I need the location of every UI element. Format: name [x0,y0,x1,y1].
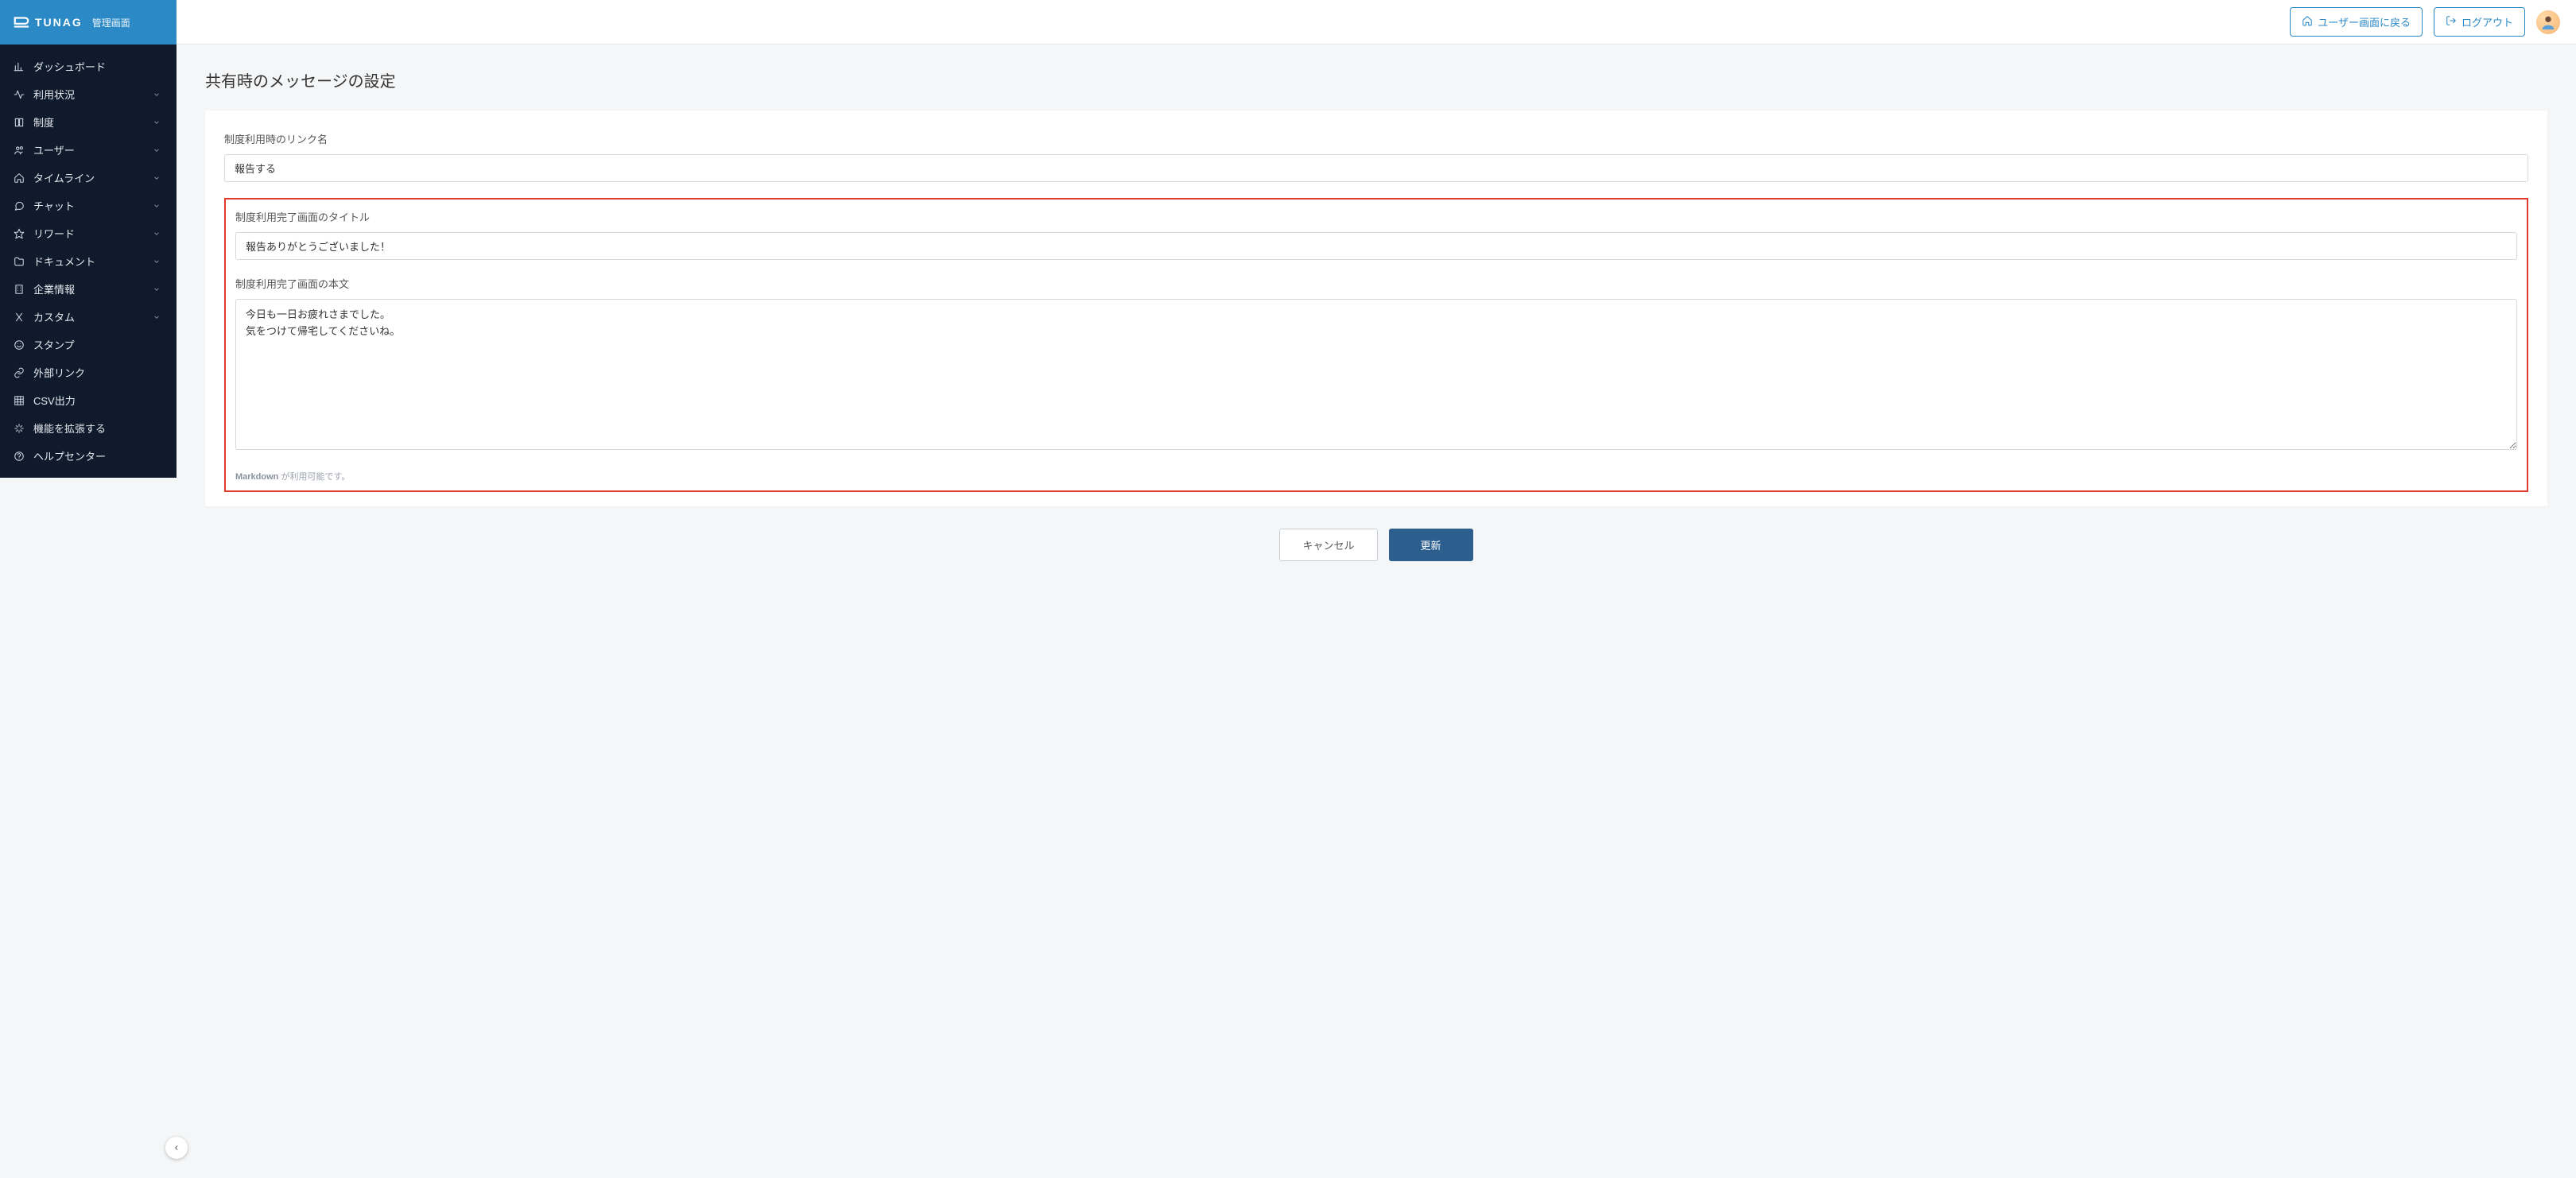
sidebar-item-label: ヘルプセンター [33,448,164,463]
sidebar: TUNAG 管理画面 ダッシュボード利用状況制度ユーザータイムラインチャットリワ… [0,0,177,478]
chevron-down-icon [153,312,164,323]
settings-card: 制度利用時のリンク名 制度利用完了画面のタイトル 制度利用完了画面の本文 Mar… [205,110,2547,506]
brand-name: TUNAG [35,16,83,29]
brand-logo-icon [13,14,30,31]
highlighted-section: 制度利用完了画面のタイトル 制度利用完了画面の本文 Markdown が利用可能… [224,198,2528,492]
folder-icon [13,255,25,268]
sidebar-item-8[interactable]: 企業情報 [0,275,177,303]
chevron-down-icon [153,256,164,267]
sidebar-item-label: カスタム [33,309,145,324]
sidebar-item-6[interactable]: リワード [0,219,177,247]
grid-icon [13,394,25,407]
star-icon [13,227,25,240]
completion-body-label: 制度利用完了画面の本文 [235,276,2517,291]
sidebar-item-label: ユーザー [33,142,145,157]
sparkle-icon [13,422,25,435]
sidebar-item-label: ダッシュボード [33,59,164,74]
cancel-button[interactable]: キャンセル [1279,529,1377,561]
completion-title-field: 制度利用完了画面のタイトル [235,209,2517,260]
sidebar-item-label: リワード [33,226,145,241]
sidebar-item-13[interactable]: 機能を拡張する [0,414,177,442]
logout-label: ログアウト [2462,14,2513,29]
sidebar-item-label: 制度 [33,114,145,130]
brand-subtitle: 管理画面 [92,16,130,29]
back-to-user-button[interactable]: ユーザー画面に戻る [2290,7,2423,37]
sidebar-item-14[interactable]: ヘルプセンター [0,442,177,470]
form-actions: キャンセル 更新 [205,529,2547,561]
link-name-label: 制度利用時のリンク名 [224,131,2528,146]
chevron-down-icon [153,200,164,211]
chevron-down-icon [153,117,164,128]
back-to-user-label: ユーザー画面に戻る [2318,14,2411,29]
markdown-helper: Markdown が利用可能です。 [235,470,2517,482]
chevron-down-icon [153,145,164,156]
users-icon [13,144,25,157]
brand-header: TUNAG 管理画面 [0,0,177,45]
sidebar-item-label: スタンプ [33,337,164,352]
completion-body-field: 制度利用完了画面の本文 [235,276,2517,454]
brand-logo: TUNAG [13,14,83,31]
chart-icon [13,60,25,73]
sidebar-item-label: チャット [33,198,145,213]
help-icon [13,450,25,463]
home-icon [13,172,25,184]
completion-body-textarea[interactable] [235,299,2517,450]
chevron-down-icon [153,284,164,295]
sidebar-item-label: 企業情報 [33,281,145,296]
completion-title-label: 制度利用完了画面のタイトル [235,209,2517,224]
sidebar-item-label: 利用状況 [33,87,145,102]
submit-button[interactable]: 更新 [1389,529,1473,561]
smile-icon [13,339,25,351]
chevron-down-icon [153,228,164,239]
sidebar-item-9[interactable]: カスタム [0,303,177,331]
sidebar-item-12[interactable]: CSV出力 [0,386,177,414]
home-icon [2302,15,2313,29]
chevron-down-icon [153,172,164,184]
completion-title-input[interactable] [235,232,2517,260]
sidebar-item-label: タイムライン [33,170,145,185]
activity-icon [13,88,25,101]
content: 共有時のメッセージの設定 制度利用時のリンク名 制度利用完了画面のタイトル 制度… [177,45,2576,593]
sidebar-nav: ダッシュボード利用状況制度ユーザータイムラインチャットリワードドキュメント企業情… [0,45,177,478]
topbar: ユーザー画面に戻る ログアウト [177,0,2576,45]
page-title: 共有時のメッセージの設定 [205,68,2547,91]
link-name-input[interactable] [224,154,2528,182]
book-icon [13,116,25,129]
building-icon [13,283,25,296]
sidebar-item-label: 外部リンク [33,365,164,380]
sidebar-item-1[interactable]: 利用状況 [0,80,177,108]
sidebar-item-10[interactable]: スタンプ [0,331,177,358]
sidebar-item-11[interactable]: 外部リンク [0,358,177,386]
sidebar-item-4[interactable]: タイムライン [0,164,177,192]
sidebar-item-3[interactable]: ユーザー [0,136,177,164]
sidebar-item-label: 機能を拡張する [33,420,164,436]
logout-button[interactable]: ログアウト [2434,7,2525,37]
sidebar-collapse-button[interactable] [165,1137,188,1159]
link-name-field: 制度利用時のリンク名 [224,131,2528,182]
custom-icon [13,311,25,324]
chevron-down-icon [153,89,164,100]
sidebar-item-5[interactable]: チャット [0,192,177,219]
sidebar-item-label: ドキュメント [33,254,145,269]
link-icon [13,366,25,379]
chat-icon [13,200,25,212]
sidebar-item-2[interactable]: 制度 [0,108,177,136]
sidebar-item-7[interactable]: ドキュメント [0,247,177,275]
avatar[interactable] [2536,10,2560,34]
sidebar-item-0[interactable]: ダッシュボード [0,52,177,80]
logout-icon [2446,15,2457,29]
sidebar-item-label: CSV出力 [33,393,164,408]
